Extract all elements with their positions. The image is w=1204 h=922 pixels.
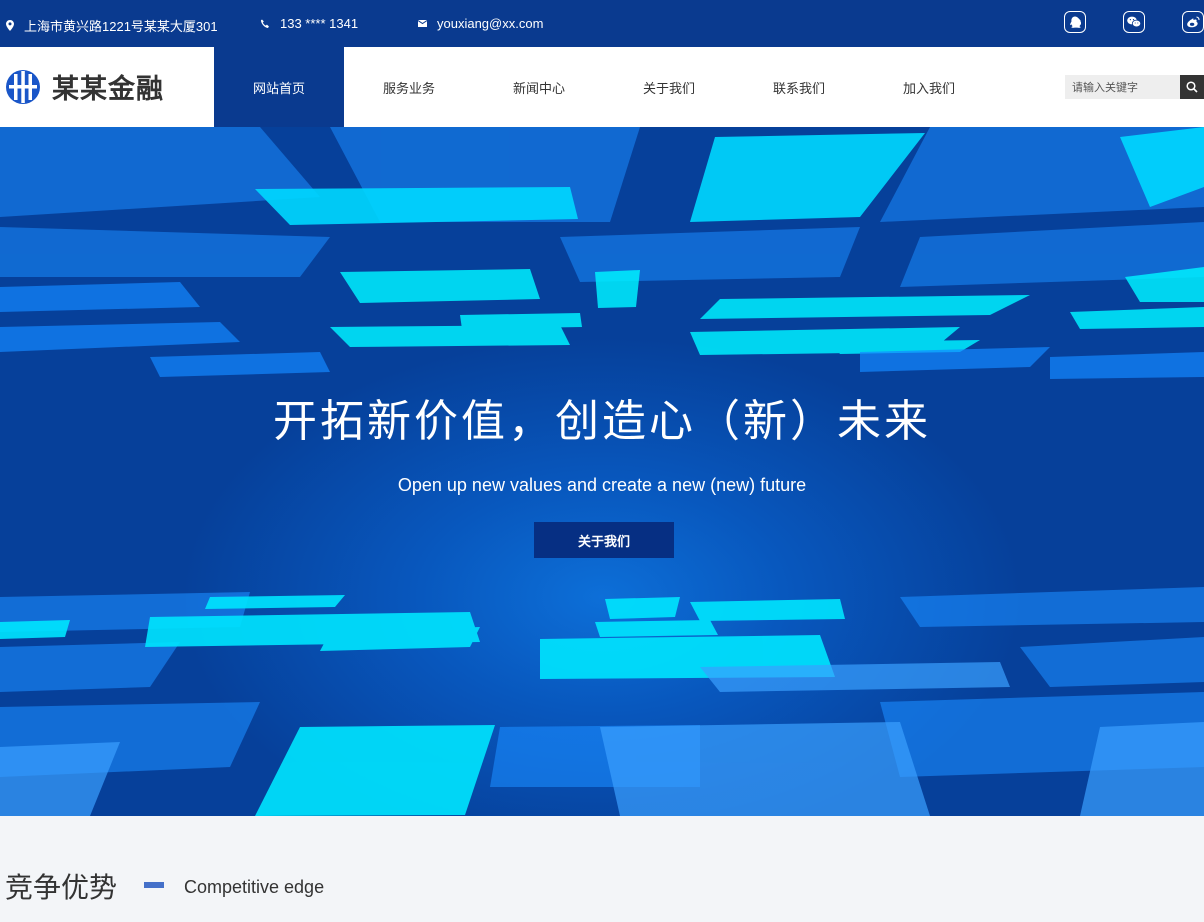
phone-icon <box>260 19 269 28</box>
address-info: 上海市黄兴路1221号某某大厦301 <box>6 16 218 35</box>
search-button[interactable] <box>1180 75 1204 99</box>
main-navigation: 某某金融 网站首页 服务业务 新闻中心 关于我们 联系我们 加入我们 <box>0 47 1204 127</box>
nav-item-news[interactable]: 新闻中心 <box>474 47 604 127</box>
section-divider <box>144 882 164 888</box>
location-pin-icon <box>6 20 14 31</box>
nav-item-services[interactable]: 服务业务 <box>344 47 474 127</box>
nav-item-contact[interactable]: 联系我们 <box>734 47 864 127</box>
logo-mark-icon <box>6 69 40 104</box>
qq-button[interactable] <box>1064 11 1086 33</box>
about-us-button[interactable]: 关于我们 <box>534 522 674 558</box>
search-icon <box>1186 81 1198 93</box>
search-input[interactable] <box>1065 75 1180 99</box>
banner-title: 开拓新价值，创造心（新）未来 <box>273 396 931 447</box>
email-info: youxiang@xx.com <box>418 16 543 31</box>
weibo-button[interactable] <box>1182 11 1204 33</box>
site-logo[interactable]: 某某金融 <box>4 67 164 106</box>
nav-item-home[interactable]: 网站首页 <box>214 47 344 127</box>
nav-item-about[interactable]: 关于我们 <box>604 47 734 127</box>
top-info-bar: 上海市黄兴路1221号某某大厦301 133 **** 1341 youxian… <box>0 0 1204 47</box>
address-text: 上海市黄兴路1221号某某大厦301 <box>24 19 218 34</box>
phone-text: 133 **** 1341 <box>280 16 359 31</box>
banner-background-image <box>0 127 1204 816</box>
section-title: 竞争优势 <box>5 871 118 904</box>
email-text[interactable]: youxiang@xx.com <box>437 16 543 31</box>
section-subtitle: Competitive edge <box>184 877 325 897</box>
hero-banner: 开拓新价值，创造心（新）未来 Open up new values and cr… <box>0 127 1204 816</box>
wechat-icon <box>1127 16 1141 28</box>
banner-subtitle: Open up new values and create a new (new… <box>397 475 807 495</box>
wechat-button[interactable] <box>1123 11 1145 33</box>
qq-icon <box>1070 16 1081 28</box>
search-box <box>1065 75 1204 99</box>
logo-text: 某某金融 <box>52 74 164 105</box>
weibo-icon <box>1187 16 1200 28</box>
phone-info: 133 **** 1341 <box>260 16 358 31</box>
envelope-icon <box>418 20 427 27</box>
nav-item-join[interactable]: 加入我们 <box>864 47 994 127</box>
